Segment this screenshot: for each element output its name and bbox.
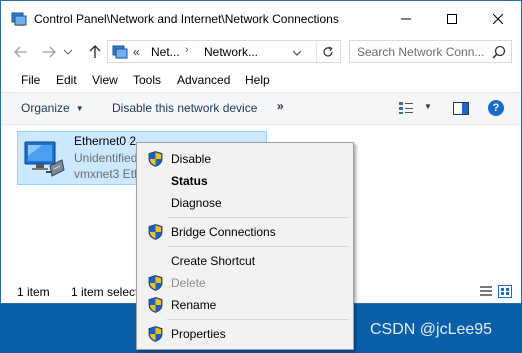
large-icons-view-icon[interactable] — [498, 285, 512, 298]
back-button[interactable] — [11, 41, 31, 63]
context-item-label: Rename — [171, 298, 217, 312]
organize-label: Organize — [21, 101, 70, 115]
uac-shield-icon — [148, 224, 163, 240]
preview-pane-icon[interactable] — [453, 102, 469, 115]
address-segment-network-connections[interactable]: Network... — [204, 45, 258, 59]
search-icon — [492, 45, 506, 59]
address-overflow-chevron[interactable]: « — [133, 45, 140, 59]
context-item-diagnose[interactable]: Diagnose — [139, 192, 351, 214]
menu-edit[interactable]: Edit — [56, 73, 77, 87]
address-bar[interactable]: « Net... › Network... — [107, 40, 341, 63]
breadcrumb-arrow-icon[interactable]: › — [185, 44, 189, 56]
context-menu-separator — [167, 319, 349, 320]
minimize-button[interactable] — [383, 1, 429, 37]
context-item-properties[interactable]: Properties — [139, 323, 351, 345]
context-item-label: Status — [171, 174, 208, 188]
search-input[interactable]: Search Network Conn... — [349, 40, 512, 63]
view-options-caret-icon[interactable]: ▼ — [424, 102, 432, 111]
uac-shield-icon — [148, 151, 163, 167]
menu-view[interactable]: View — [92, 73, 118, 87]
context-menu: Disable Status Diagnose Bridge Connectio… — [136, 142, 354, 350]
chevron-down-icon — [292, 50, 302, 56]
context-item-create-shortcut[interactable]: Create Shortcut — [139, 250, 351, 272]
context-item-label: Disable — [171, 152, 212, 166]
arrow-right-icon — [43, 46, 56, 58]
minimize-icon — [401, 18, 411, 20]
menu-advanced[interactable]: Advanced — [177, 73, 230, 87]
forward-button[interactable] — [39, 41, 59, 63]
up-button[interactable] — [85, 41, 105, 63]
menu-help[interactable]: Help — [245, 73, 270, 87]
context-item-status[interactable]: Status — [139, 170, 351, 192]
context-item-label: Diagnose — [171, 196, 222, 210]
network-adapter-icon — [24, 141, 65, 177]
connection-name: Ethernet0 2 — [74, 134, 137, 148]
navigation-row: « Net... › Network... Search Network Con… — [1, 37, 521, 67]
context-item-rename[interactable]: Rename — [139, 294, 351, 316]
uac-shield-icon — [148, 297, 163, 313]
context-item-disable[interactable]: Disable — [139, 148, 351, 170]
change-view-icon[interactable] — [398, 101, 414, 115]
menu-tools[interactable]: Tools — [133, 73, 161, 87]
disable-device-button[interactable]: Disable this network device — [112, 101, 257, 115]
organize-button[interactable]: Organize ▼ — [21, 101, 84, 115]
context-item-label: Delete — [171, 276, 206, 290]
context-menu-separator — [167, 217, 349, 218]
chevron-down-icon — [64, 49, 72, 55]
address-segment-network-and-internet[interactable]: Net... — [151, 45, 180, 59]
menu-file[interactable]: File — [21, 73, 40, 87]
window-title: Control Panel\Network and Internet\Netwo… — [34, 12, 339, 26]
connection-status: Unidentified — [74, 151, 138, 165]
menu-bar: File Edit View Tools Advanced Help — [1, 67, 521, 93]
context-item-label: Properties — [171, 327, 226, 341]
uac-shield-icon — [148, 326, 163, 342]
refresh-button[interactable] — [316, 42, 338, 62]
arrow-up-icon — [89, 45, 101, 58]
title-bar[interactable]: Control Panel\Network and Internet\Netwo… — [1, 1, 521, 37]
network-connections-app-icon — [11, 12, 27, 26]
context-item-label: Create Shortcut — [171, 254, 256, 268]
context-menu-separator — [167, 246, 349, 247]
connection-device: vmxnet3 Eth — [74, 167, 141, 181]
address-dropdown-icon[interactable] — [292, 44, 302, 59]
control-panel-icon — [112, 45, 128, 59]
close-button[interactable] — [475, 1, 521, 37]
context-item-bridge-connections[interactable]: Bridge Connections — [139, 221, 351, 243]
more-commands-button[interactable]: » — [277, 99, 284, 113]
recent-locations-button[interactable] — [61, 41, 75, 63]
details-view-icon[interactable] — [479, 285, 493, 298]
watermark-text: CSDN @jcLee95 — [370, 321, 493, 338]
search-placeholder: Search Network Conn... — [357, 45, 485, 59]
maximize-button[interactable] — [429, 1, 475, 37]
item-count: 1 item — [17, 285, 50, 299]
maximize-icon — [447, 14, 457, 24]
close-icon — [493, 14, 503, 24]
help-icon[interactable]: ? — [488, 100, 504, 116]
arrow-left-icon — [14, 46, 27, 58]
uac-shield-icon — [148, 275, 163, 291]
refresh-icon — [322, 46, 333, 57]
caret-down-icon: ▼ — [75, 104, 84, 113]
context-item-label: Bridge Connections — [171, 225, 276, 239]
context-item-delete[interactable]: Delete — [139, 272, 351, 294]
command-bar: Organize ▼ Disable this network device » … — [1, 93, 521, 125]
